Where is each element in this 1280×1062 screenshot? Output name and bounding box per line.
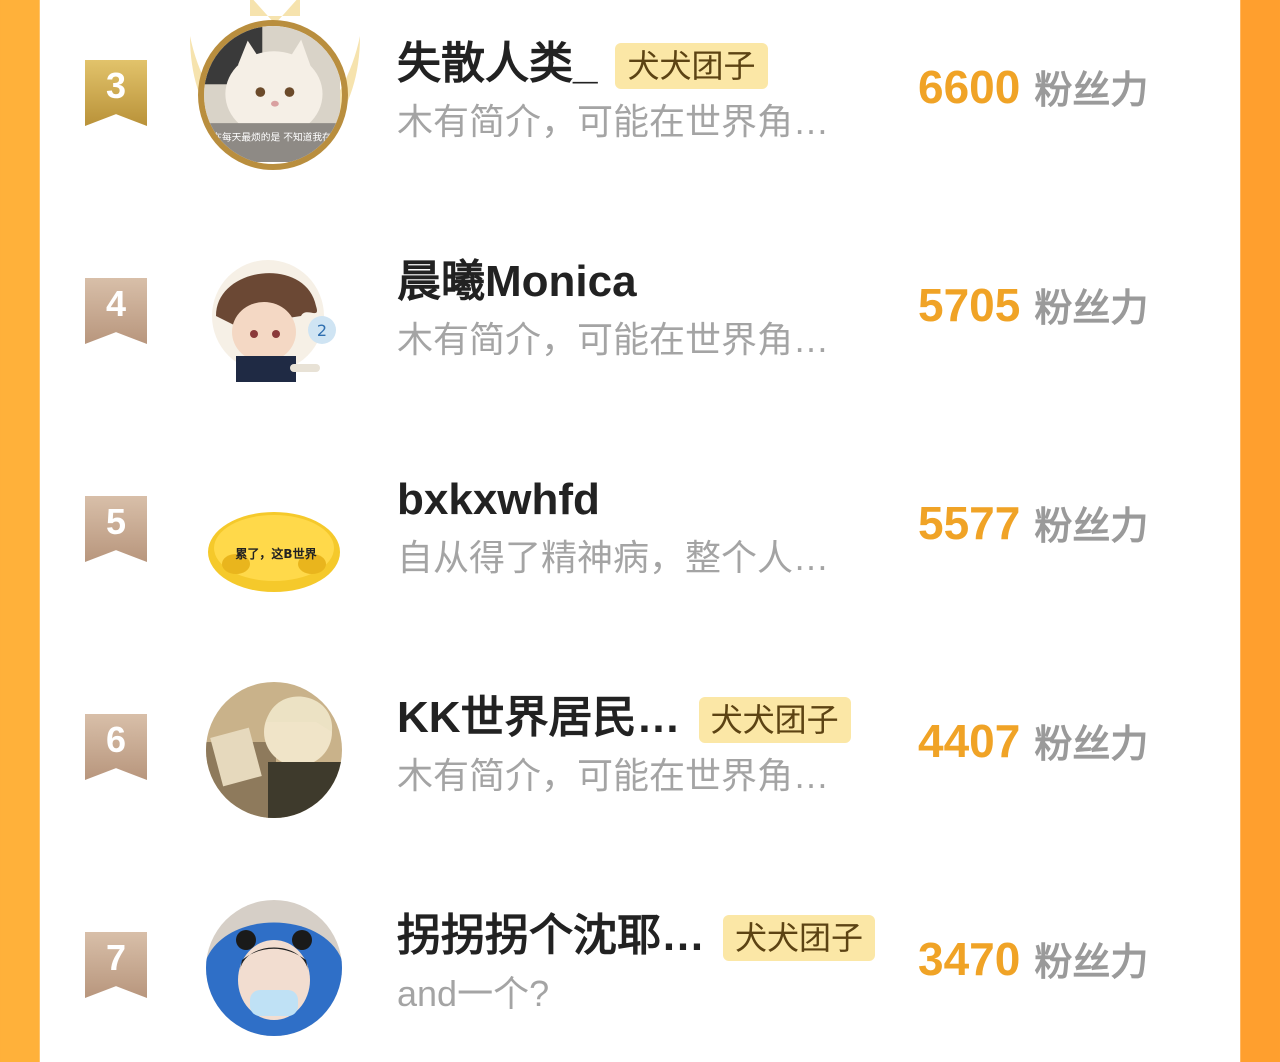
avatar[interactable]: 我现在每天最烦的是 不知道我在烦什 <box>198 20 348 170</box>
user-bio: 木有简介，可能在世界角… <box>397 755 830 796</box>
fan-group-tag: 犬犬团子 <box>698 697 851 744</box>
fans-count: 6600 <box>918 61 1021 113</box>
rank-badge: 6 <box>85 714 147 780</box>
list-item-rank-3[interactable]: 3 我现在每天最烦的是 不知道我在烦什 失散人类_ 犬犬团子 <box>40 0 1240 190</box>
avatar[interactable] <box>206 682 342 818</box>
avatar-caption: 我现在每天最烦的是 不知道我在烦什 <box>204 131 340 144</box>
svg-text:2: 2 <box>317 321 327 340</box>
user-name[interactable]: 拐拐拐个沈耶… 犬犬团子 <box>397 908 876 964</box>
user-bio: and一个? <box>397 973 550 1014</box>
user-name[interactable]: bxkxwhfd <box>397 472 600 528</box>
fans-score: 5577 粉丝力 <box>918 494 1148 556</box>
avatar[interactable]: 累了，这B世界 <box>206 464 342 600</box>
fans-score: 4407 粉丝力 <box>918 712 1148 774</box>
rank-badge: 3 <box>85 60 147 126</box>
user-name[interactable]: 晨曦Monica <box>397 254 637 310</box>
avatar[interactable] <box>206 900 342 1036</box>
user-bio: 自从得了精神病，整个人… <box>397 537 830 578</box>
fans-count: 5705 <box>918 279 1021 331</box>
fans-count: 3470 <box>918 933 1021 985</box>
user-name[interactable]: 失散人类_ 犬犬团子 <box>397 36 768 92</box>
user-name-text: 晨曦Monica <box>397 257 637 306</box>
list-item-rank-5[interactable]: 5 累了，这B世界 bxkxwhfd 自从得了精神病，整个人… 5577 粉丝力 <box>40 436 1240 626</box>
user-name-text: 失散人类_ <box>397 39 598 88</box>
rank-badge: 7 <box>85 932 147 998</box>
fans-unit-label: 粉丝力 <box>1034 70 1149 112</box>
list-item-rank-6[interactable]: 6 KK世界居民… 犬犬团子 木有简介，可能在世界角… 4407 粉丝力 <box>40 654 1240 844</box>
fans-score: 6600 粉丝力 <box>918 58 1148 120</box>
user-bio: 木有简介，可能在世界角… <box>397 101 830 142</box>
rank-badge: 4 <box>85 278 147 344</box>
list-item-rank-7[interactable]: 7 拐拐拐个沈耶… 犬犬团子 and一个? 3470 粉丝力 <box>40 872 1240 1062</box>
user-name[interactable]: KK世界居民… 犬犬团子 <box>397 690 851 746</box>
fan-group-tag: 犬犬团子 <box>615 43 768 90</box>
fans-unit-label: 粉丝力 <box>1034 288 1149 330</box>
fan-group-tag: 犬犬团子 <box>723 915 876 962</box>
avatar-caption: 累了，这B世界 <box>235 546 316 561</box>
list-item-rank-4[interactable]: 4 2 晨曦Monica 木有简介，可能在世界角… 5705 粉丝力 <box>40 218 1240 408</box>
fans-score: 5705 粉丝力 <box>918 276 1148 338</box>
user-name-text: KK世界居民… <box>397 693 681 742</box>
user-bio: 木有简介，可能在世界角… <box>397 319 830 360</box>
fans-count: 5577 <box>918 497 1021 549</box>
fans-unit-label: 粉丝力 <box>1034 942 1149 984</box>
leaderboard-list: 3 我现在每天最烦的是 不知道我在烦什 失散人类_ 犬犬团子 <box>40 0 1240 1036</box>
rank-badge: 5 <box>85 496 147 562</box>
fans-score: 3470 粉丝力 <box>918 930 1148 992</box>
user-name-text: bxkxwhfd <box>397 475 600 524</box>
fans-unit-label: 粉丝力 <box>1034 506 1149 548</box>
fans-unit-label: 粉丝力 <box>1034 724 1149 766</box>
fans-count: 4407 <box>918 715 1021 767</box>
user-name-text: 拐拐拐个沈耶… <box>397 911 705 960</box>
avatar[interactable]: 2 <box>206 246 342 382</box>
